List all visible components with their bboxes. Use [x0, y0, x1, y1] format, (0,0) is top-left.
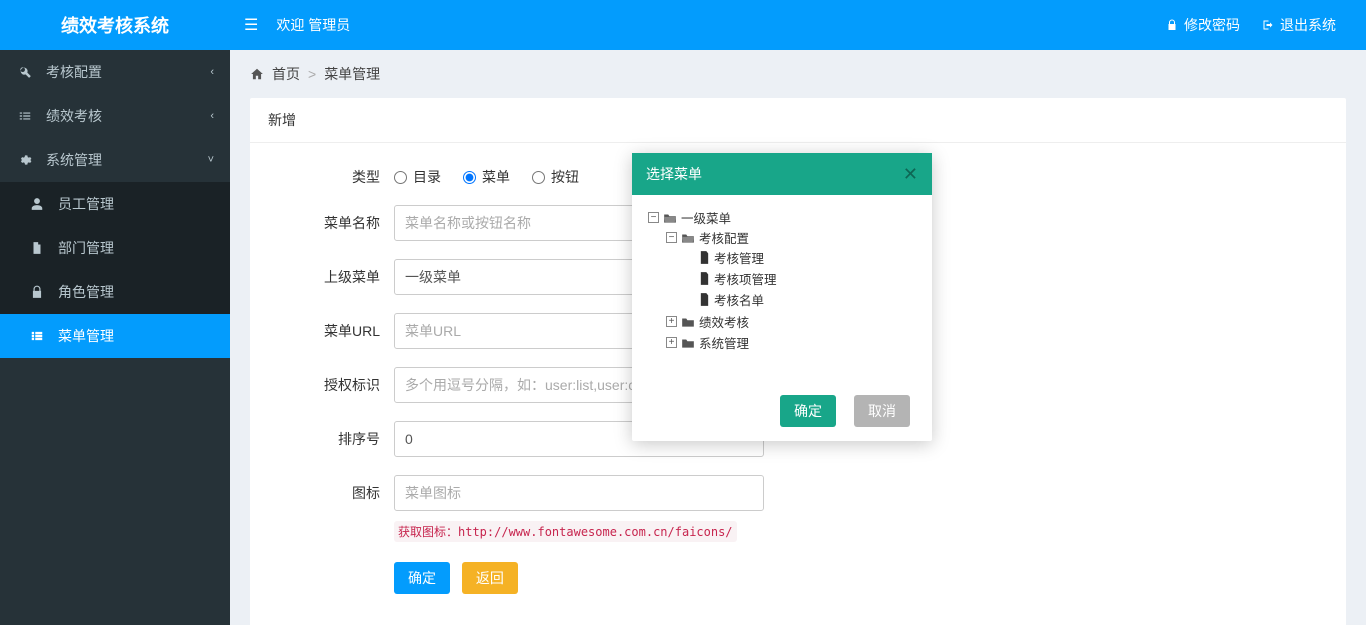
collapse-icon[interactable]: − — [666, 232, 677, 243]
tree-node[interactable]: 考核名单 — [644, 290, 920, 309]
tree-node[interactable]: + 系统管理 — [644, 333, 920, 352]
folder-open-icon — [681, 232, 695, 244]
label-url: 菜单URL — [274, 321, 394, 341]
gear-icon — [18, 153, 38, 167]
tree-node[interactable]: + 绩效考核 — [644, 312, 920, 331]
chevron-left-icon: ‹ — [210, 110, 214, 122]
sidebar-item-label: 部门管理 — [58, 238, 114, 258]
sidebar-item[interactable]: 绩效考核 ‹ — [0, 94, 230, 138]
welcome-text: 欢迎 管理员 — [276, 15, 350, 35]
change-password-label: 修改密码 — [1184, 15, 1240, 35]
change-password-link[interactable]: 修改密码 — [1166, 15, 1240, 35]
bars-icon — [18, 109, 38, 123]
radio-dir[interactable]: 目录 — [394, 167, 441, 187]
sidebar-item[interactable]: 系统管理 ˅ — [0, 138, 230, 182]
sidebar-item-label: 菜单管理 — [58, 326, 114, 346]
icon-help-text: 获取图标：http://www.fontawesome.com.cn/faico… — [394, 521, 737, 542]
label-type: 类型 — [274, 167, 394, 187]
modal-cancel-button[interactable]: 取消 — [854, 395, 910, 427]
tree-node[interactable]: − 考核配置 — [644, 228, 920, 247]
submit-button[interactable]: 确定 — [394, 562, 450, 594]
icon-input[interactable] — [394, 475, 764, 511]
sidebar-item-label: 系统管理 — [46, 150, 102, 170]
logout-link[interactable]: 退出系统 — [1262, 15, 1336, 35]
label-name: 菜单名称 — [274, 213, 394, 233]
sidebar-item-label: 员工管理 — [58, 194, 114, 214]
breadcrumb-home[interactable]: 首页 — [272, 64, 300, 84]
breadcrumb-sep: > — [308, 66, 316, 82]
label-perm: 授权标识 — [274, 375, 394, 395]
file-icon — [699, 251, 710, 264]
modal-title: 选择菜单 — [646, 164, 702, 184]
menu-tree: −一级菜单−考核配置考核管理考核项管理考核名单+绩效考核+系统管理 — [632, 195, 932, 385]
radio-button[interactable]: 按钮 — [532, 167, 579, 187]
close-icon[interactable]: ✕ — [903, 164, 918, 185]
select-menu-modal: 选择菜单 ✕ −一级菜单−考核配置考核管理考核项管理考核名单+绩效考核+系统管理… — [632, 153, 932, 441]
tree-spacer — [684, 294, 695, 305]
sidebar-item-label: 角色管理 — [58, 282, 114, 302]
breadcrumb-current: 菜单管理 — [324, 64, 380, 84]
sidebar-item[interactable]: 部门管理 — [0, 226, 230, 270]
file-icon — [30, 241, 50, 255]
toggle-sidebar-icon[interactable]: ☰ — [244, 15, 258, 35]
modal-ok-button[interactable]: 确定 — [780, 395, 836, 427]
tree-node-label: 系统管理 — [699, 333, 749, 352]
sidebar-item-label: 考核配置 — [46, 62, 102, 82]
logout-label: 退出系统 — [1280, 15, 1336, 35]
label-order: 排序号 — [274, 429, 394, 449]
file-icon — [699, 272, 710, 285]
tree-node-label: 考核管理 — [714, 248, 764, 267]
folder-icon — [681, 316, 695, 328]
back-button[interactable]: 返回 — [462, 562, 518, 594]
sidebar-item[interactable]: 菜单管理 — [0, 314, 230, 358]
tree-node[interactable]: − 一级菜单 — [644, 208, 920, 227]
label-parent: 上级菜单 — [274, 267, 394, 287]
list-icon — [30, 329, 50, 343]
user-icon — [30, 197, 50, 211]
sidebar-item[interactable]: 员工管理 — [0, 182, 230, 226]
wrench-icon — [18, 65, 38, 79]
chevron-down-icon: ˅ — [208, 154, 214, 166]
tree-node[interactable]: 考核管理 — [644, 248, 920, 267]
panel-title: 新增 — [250, 98, 1346, 143]
lock-icon — [1166, 19, 1178, 31]
folder-icon — [681, 337, 695, 349]
radio-menu[interactable]: 菜单 — [463, 167, 510, 187]
tree-spacer — [684, 252, 695, 263]
tree-node-label: 考核项管理 — [714, 269, 777, 288]
sidebar: 考核配置 ‹ 绩效考核 ‹ 系统管理 ˅ 员工管理部门管理角色管理菜单管理 — [0, 50, 230, 625]
chevron-left-icon: ‹ — [210, 66, 214, 78]
app-logo: 绩效考核系统 — [0, 12, 230, 38]
lock-icon — [30, 285, 50, 299]
expand-icon[interactable]: + — [666, 337, 677, 348]
tree-node-label: 考核名单 — [714, 290, 764, 309]
label-icon: 图标 — [274, 483, 394, 503]
expand-icon[interactable]: + — [666, 316, 677, 327]
breadcrumb: 首页 > 菜单管理 — [230, 50, 1366, 98]
home-icon — [250, 67, 264, 81]
tree-node-label: 绩效考核 — [699, 312, 749, 331]
logout-icon — [1262, 19, 1274, 31]
folder-open-icon — [663, 212, 677, 224]
sidebar-item[interactable]: 考核配置 ‹ — [0, 50, 230, 94]
tree-spacer — [684, 273, 695, 284]
collapse-icon[interactable]: − — [648, 212, 659, 223]
file-icon — [699, 293, 710, 306]
sidebar-item[interactable]: 角色管理 — [0, 270, 230, 314]
tree-node-label: 考核配置 — [699, 228, 749, 247]
sidebar-item-label: 绩效考核 — [46, 106, 102, 126]
tree-node-label: 一级菜单 — [681, 208, 731, 227]
tree-node[interactable]: 考核项管理 — [644, 269, 920, 288]
